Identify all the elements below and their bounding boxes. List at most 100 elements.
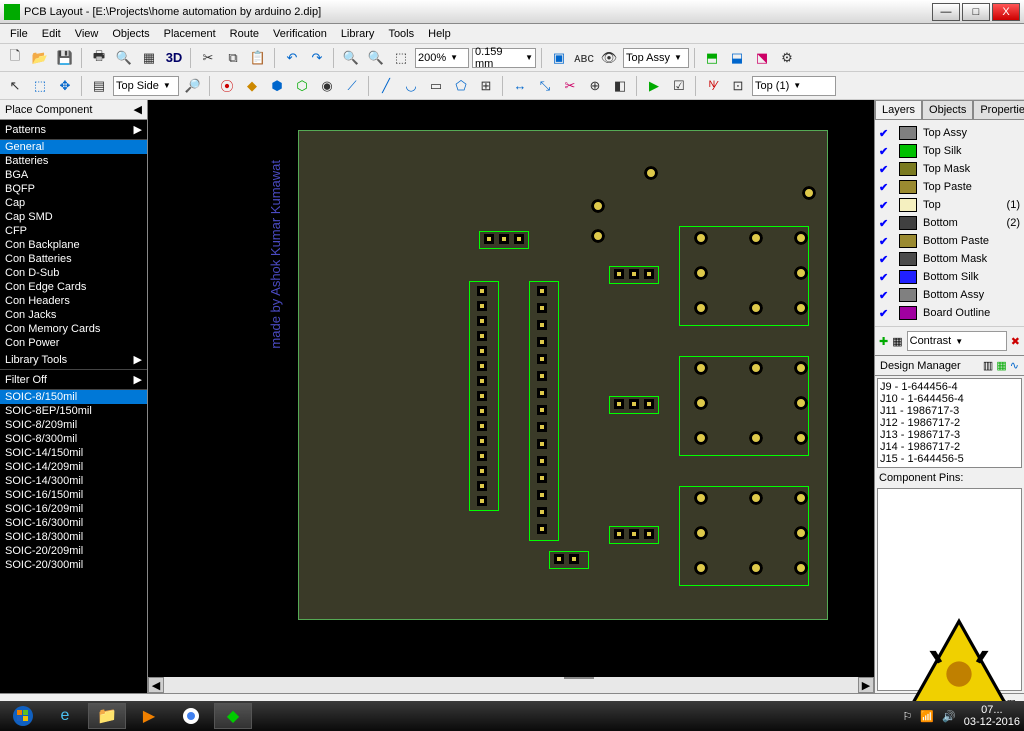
net-combo[interactable]: Top (1)▼: [752, 76, 836, 96]
paste-icon[interactable]: 📋: [247, 47, 269, 69]
footprint-list[interactable]: SOIC-8/150mil SOIC-8EP/150mil SOIC-8/209…: [0, 390, 147, 693]
dim-e-icon[interactable]: ◧: [609, 75, 631, 97]
open-icon[interactable]: 📂: [29, 47, 51, 69]
shape-poly-icon[interactable]: ⬠: [450, 75, 472, 97]
layer-row[interactable]: ✔Bottom Silk: [875, 268, 1024, 286]
run-icon[interactable]: ▶: [643, 75, 665, 97]
list-item[interactable]: SOIC-20/300mil: [0, 558, 147, 572]
layer-color-swatch[interactable]: [899, 288, 917, 302]
zoom-in-icon[interactable]: 🔍: [340, 47, 362, 69]
grid-icon[interactable]: ⊞: [475, 75, 497, 97]
close-button[interactable]: X: [992, 3, 1020, 21]
list-item[interactable]: Con Power: [0, 336, 147, 350]
horizontal-scrollbar[interactable]: ◀▶: [148, 677, 874, 693]
layer-row[interactable]: ✔Top Mask: [875, 160, 1024, 178]
dm-item[interactable]: J14 - 1986717-2: [880, 441, 1019, 453]
filter-off-section[interactable]: Filter Off▶: [0, 370, 147, 390]
route-f-icon[interactable]: ⟋: [341, 75, 363, 97]
dm-item[interactable]: J9 - 1-644456-4: [880, 381, 1019, 393]
list-item[interactable]: Con Batteries: [0, 252, 147, 266]
add-layer-icon[interactable]: ✚: [879, 335, 888, 348]
new-icon[interactable]: 🗋: [4, 47, 26, 69]
tab-objects[interactable]: Objects: [922, 100, 973, 119]
layer-color-swatch[interactable]: [899, 306, 917, 320]
pointer-icon[interactable]: ↖: [4, 75, 26, 97]
find-icon[interactable]: 🔎: [182, 75, 204, 97]
layer-check-icon[interactable]: ✔: [879, 181, 893, 194]
patterns-section[interactable]: Patterns▶: [0, 120, 147, 140]
shape-rect-icon[interactable]: ▭: [425, 75, 447, 97]
save-icon[interactable]: 💾: [54, 47, 76, 69]
layer-color-swatch[interactable]: [899, 180, 917, 194]
copy-icon[interactable]: ⧉: [222, 47, 244, 69]
tool-c-icon[interactable]: ⬔: [751, 47, 773, 69]
menu-verification[interactable]: Verification: [267, 26, 333, 42]
route-d-icon[interactable]: ⬡: [291, 75, 313, 97]
layer-check-icon[interactable]: ✔: [879, 271, 893, 284]
dm-icon-a[interactable]: ▥: [983, 360, 993, 372]
list-item[interactable]: Batteries: [0, 154, 147, 168]
pan-icon[interactable]: ✥: [54, 75, 76, 97]
layer-check-icon[interactable]: ✔: [879, 145, 893, 158]
list-item[interactable]: Con Edge Cards: [0, 280, 147, 294]
menu-edit[interactable]: Edit: [36, 26, 67, 42]
tray-flag-icon[interactable]: ⚐: [902, 710, 912, 723]
layer-row[interactable]: ✔Top Assy: [875, 124, 1024, 142]
dm-item[interactable]: J12 - 1986717-2: [880, 417, 1019, 429]
menu-tools[interactable]: Tools: [382, 26, 420, 42]
list-item[interactable]: SOIC-20/209mil: [0, 544, 147, 558]
tab-layers[interactable]: Layers: [875, 100, 922, 119]
list-item[interactable]: SOIC-14/209mil: [0, 460, 147, 474]
list-item[interactable]: Con D-Sub: [0, 266, 147, 280]
tool-d-icon[interactable]: ⚙: [776, 47, 798, 69]
maximize-button[interactable]: □: [962, 3, 990, 21]
menu-file[interactable]: File: [4, 26, 34, 42]
layer-color-swatch[interactable]: [899, 126, 917, 140]
list-item[interactable]: SOIC-8EP/150mil: [0, 404, 147, 418]
tool-b-icon[interactable]: ⬓: [726, 47, 748, 69]
layer-settings-icon[interactable]: ▦: [892, 335, 902, 348]
menu-objects[interactable]: Objects: [106, 26, 155, 42]
list-item[interactable]: CFP: [0, 224, 147, 238]
layer-check-icon[interactable]: ✔: [879, 253, 893, 266]
dim-d-icon[interactable]: ⊕: [584, 75, 606, 97]
list-item[interactable]: General: [0, 140, 147, 154]
design-manager-list[interactable]: J9 - 1-644456-4J10 - 1-644456-4J11 - 198…: [877, 378, 1022, 468]
layer-check-icon[interactable]: ✔: [879, 163, 893, 176]
tray-volume-icon[interactable]: 🔊: [942, 710, 956, 723]
dm-icon-b[interactable]: ▦: [996, 360, 1006, 372]
route-e-icon[interactable]: ◉: [316, 75, 338, 97]
library-tools-section[interactable]: Library Tools▶: [0, 350, 147, 370]
system-tray[interactable]: ⚐ 📶 🔊 07... 03-12-2016: [902, 704, 1020, 728]
net-a-icon[interactable]: ᴺ⁄: [702, 75, 724, 97]
menu-help[interactable]: Help: [422, 26, 457, 42]
tray-network-icon[interactable]: 📶: [920, 710, 934, 723]
cut-icon[interactable]: ✂: [197, 47, 219, 69]
dim-b-icon[interactable]: ⤡: [534, 75, 556, 97]
net-b-icon[interactable]: ⊡: [727, 75, 749, 97]
layer-row[interactable]: ✔Bottom(2): [875, 214, 1024, 232]
list-item[interactable]: SOIC-8/209mil: [0, 418, 147, 432]
minimize-button[interactable]: —: [932, 3, 960, 21]
layer-row[interactable]: ✔Top(1): [875, 196, 1024, 214]
menu-placement[interactable]: Placement: [158, 26, 222, 42]
list-item[interactable]: SOIC-8/150mil: [0, 390, 147, 404]
place-component-header[interactable]: Place Component◀: [0, 100, 147, 120]
layer-color-swatch[interactable]: [899, 198, 917, 212]
layer-row[interactable]: ✔Top Silk: [875, 142, 1024, 160]
titles-icon[interactable]: ▦: [138, 47, 160, 69]
list-item[interactable]: Cap: [0, 196, 147, 210]
menu-view[interactable]: View: [69, 26, 105, 42]
dm-item[interactable]: J11 - 1986717-3: [880, 405, 1019, 417]
move-icon[interactable]: ⬚: [29, 75, 51, 97]
layer-swap-icon[interactable]: ▤: [88, 75, 110, 97]
assy-combo[interactable]: Top Assy▼: [623, 48, 689, 68]
contrast-combo[interactable]: Contrast▼: [907, 331, 1007, 351]
visibility-icon[interactable]: 👁: [598, 47, 620, 69]
layer-row[interactable]: ✔Board Outline: [875, 304, 1024, 322]
menu-route[interactable]: Route: [224, 26, 265, 42]
layer-color-swatch[interactable]: [899, 144, 917, 158]
layer-color-swatch[interactable]: [899, 162, 917, 176]
list-item[interactable]: Con Jacks: [0, 308, 147, 322]
start-button[interactable]: [4, 703, 42, 729]
